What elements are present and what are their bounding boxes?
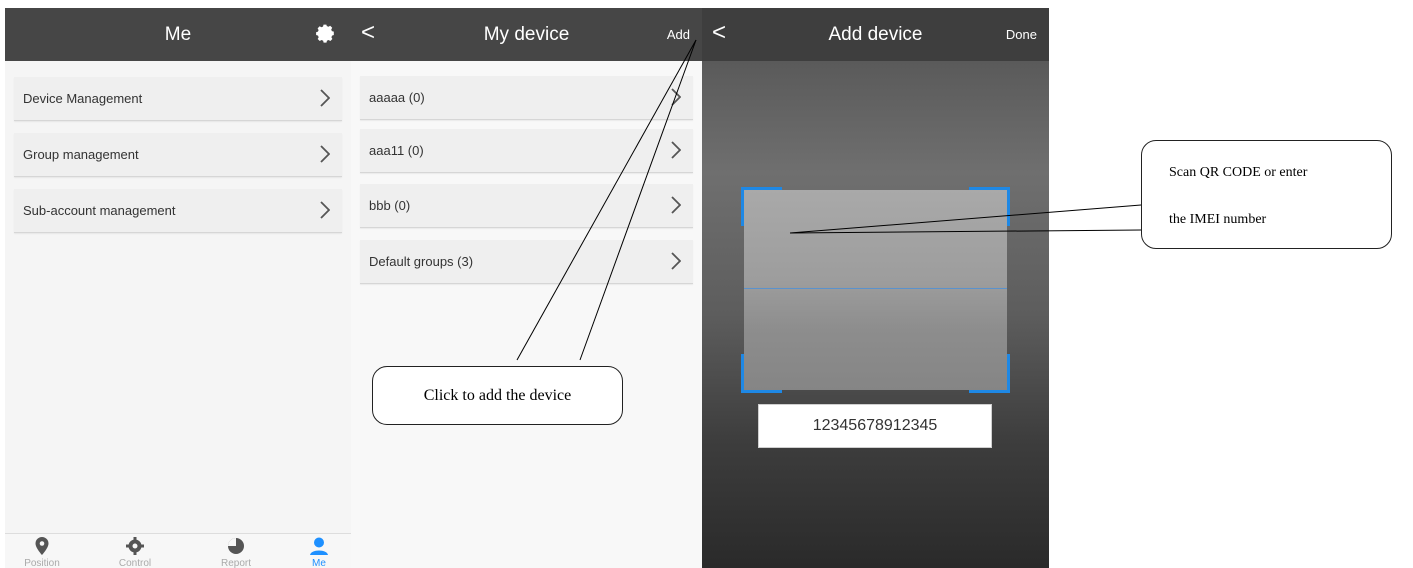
group-row-label: bbb (0) xyxy=(369,198,411,213)
scan-corner xyxy=(741,187,782,226)
settings-gear-icon[interactable] xyxy=(315,23,337,45)
group-row-aaa11[interactable]: aaa11 (0) xyxy=(360,129,693,173)
callout-scan-qr: Scan QR CODE or enter the IMEI number xyxy=(1141,140,1392,249)
group-row-label: aaa11 (0) xyxy=(369,143,424,158)
menu-item-sub-account-management[interactable]: Sub-account management xyxy=(14,189,342,233)
add-device-header: < Add device Done xyxy=(702,8,1049,61)
callout-add-device: Click to add the device xyxy=(372,366,623,425)
menu-item-label: Group management xyxy=(23,147,139,162)
my-device-header: < My device Add xyxy=(351,8,702,61)
chevron-right-icon xyxy=(671,88,681,106)
my-device-screen: < My device Add aaaaa (0) aaa11 (0) bbb … xyxy=(351,8,702,568)
group-row-label: Default groups (3) xyxy=(369,254,474,269)
scan-line xyxy=(744,288,1007,289)
add-device-screen: < Add device Done 12345678912345 xyxy=(702,8,1049,568)
done-button[interactable]: Done xyxy=(1006,8,1037,61)
chevron-right-icon xyxy=(671,141,681,159)
chevron-right-icon xyxy=(320,89,330,107)
add-button[interactable]: Add xyxy=(667,8,690,61)
scan-corner xyxy=(969,354,1010,393)
menu-item-group-management[interactable]: Group management xyxy=(14,133,342,177)
chevron-right-icon xyxy=(320,145,330,163)
user-icon xyxy=(310,537,328,555)
me-screen: Me Device Management Group management Su… xyxy=(5,8,351,568)
callout-text: Scan QR CODE or enter xyxy=(1169,165,1308,180)
menu-item-label: Device Management xyxy=(23,91,143,106)
menu-item-label: Sub-account management xyxy=(23,203,176,218)
scan-corner xyxy=(741,354,782,393)
tab-label: Me xyxy=(312,558,326,568)
scan-corner xyxy=(969,187,1010,226)
me-header: Me xyxy=(5,8,351,61)
callout-text: Click to add the device xyxy=(423,387,572,404)
add-device-title: Add device xyxy=(828,24,923,45)
bottom-tab-bar: Position Control Report Me xyxy=(5,533,351,568)
tab-position[interactable]: Position xyxy=(7,536,77,568)
group-row-label: aaaaa (0) xyxy=(369,90,425,105)
group-row-bbb[interactable]: bbb (0) xyxy=(360,184,693,228)
chevron-right-icon xyxy=(320,201,330,219)
qr-scan-frame xyxy=(741,187,1010,393)
me-title: Me xyxy=(164,24,192,45)
tab-label: Report xyxy=(220,558,251,568)
group-row-default-groups[interactable]: Default groups (3) xyxy=(360,240,693,284)
tab-label: Position xyxy=(24,558,60,568)
my-device-title: My device xyxy=(483,24,570,45)
tab-me[interactable]: Me xyxy=(284,536,351,568)
imei-input[interactable]: 12345678912345 xyxy=(758,404,992,448)
location-icon xyxy=(35,537,49,555)
gear-icon xyxy=(126,537,144,555)
tab-label: Control xyxy=(118,558,152,568)
chevron-right-icon xyxy=(671,252,681,270)
group-row-aaaaa[interactable]: aaaaa (0) xyxy=(360,76,693,120)
tab-report[interactable]: Report xyxy=(201,536,271,568)
chevron-right-icon xyxy=(671,196,681,214)
report-icon xyxy=(228,538,244,554)
tab-control[interactable]: Control xyxy=(100,536,170,568)
menu-item-device-management[interactable]: Device Management xyxy=(14,77,342,121)
callout-text: the IMEI number xyxy=(1169,212,1267,227)
